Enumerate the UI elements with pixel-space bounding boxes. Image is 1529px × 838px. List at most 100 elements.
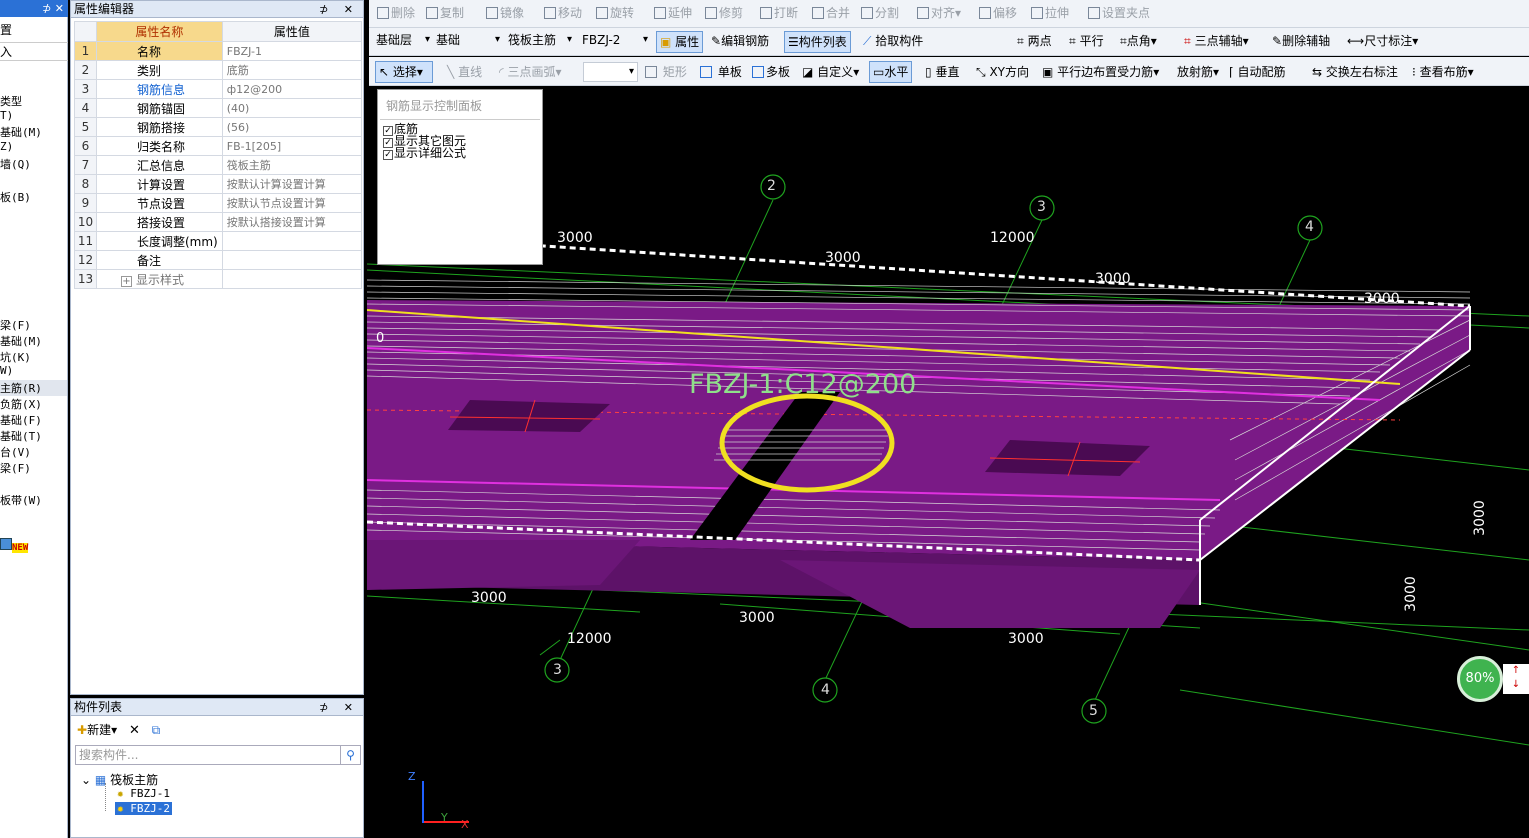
left-item[interactable]: 梁(F) — [0, 460, 31, 476]
rotate-button[interactable]: 旋转 — [596, 0, 634, 26]
offset-button[interactable]: 偏移 — [979, 0, 1017, 26]
dimension-button[interactable]: ⟷尺寸标注▾ — [1347, 28, 1418, 54]
left-item[interactable]: W) — [0, 364, 13, 377]
custom-button[interactable]: ◪ 自定义▾ — [802, 59, 859, 85]
property-row[interactable]: 1 名称 FBZJ-1 — [74, 41, 363, 61]
xy-direction-button[interactable]: ⤡ XY方向 — [976, 59, 1029, 85]
left-item[interactable]: 墙(Q) — [0, 156, 31, 172]
property-row[interactable]: 8 计算设置 按默认计算设置计算 — [74, 174, 363, 194]
swap-labels-button[interactable]: ⇆ 交换左右标注 — [1312, 59, 1398, 85]
left-item[interactable]: 类型 — [0, 93, 22, 109]
copy-button[interactable]: 复制 — [426, 0, 464, 26]
type-select[interactable]: 筏板主筋 — [505, 31, 575, 51]
column-header-value[interactable]: 属性值 — [221, 21, 363, 42]
extend-button[interactable]: 延伸 — [654, 0, 692, 26]
copy-icon[interactable]: ⧉ — [152, 723, 161, 737]
select-button[interactable]: ↖ 选择▾ — [375, 61, 433, 83]
move-button[interactable]: 移动 — [544, 0, 582, 26]
vertical-button[interactable]: ▯ 垂直 — [925, 59, 959, 85]
search-icon[interactable]: ⚲ — [341, 745, 361, 765]
single-slab-button[interactable]: 单板 — [700, 59, 742, 85]
three-point-axis-button[interactable]: ⌗ 三点辅轴▾ — [1184, 28, 1249, 54]
horizontal-button[interactable]: ▭水平 — [869, 61, 913, 83]
merge-button[interactable]: 合并 — [812, 0, 850, 26]
left-item[interactable]: 基础(T) — [0, 428, 42, 444]
property-row[interactable]: 12 备注 — [74, 250, 363, 270]
stretch-button[interactable]: 拉伸 — [1031, 0, 1069, 26]
split-button[interactable]: 分割 — [861, 0, 899, 26]
left-item[interactable]: 板带(W) — [0, 492, 42, 508]
left-tab-top-1[interactable]: 入 — [0, 42, 68, 61]
pin-close-icons[interactable]: ⊅ ✕ — [319, 1, 359, 18]
left-item[interactable]: 台(V) — [0, 444, 31, 460]
search-input[interactable]: 搜索构件... — [75, 745, 341, 765]
left-item[interactable]: T) — [0, 109, 13, 122]
property-row[interactable]: 7 汇总信息 筏板主筋 — [74, 155, 363, 175]
component-list-button[interactable]: ☰构件列表 — [784, 31, 851, 53]
pin-close-icons[interactable]: ⊅ ✕ — [319, 699, 359, 716]
pick-component-button[interactable]: ⟋ 拾取构件 — [863, 28, 923, 54]
tree-item-selected[interactable]: ✹ FBZJ-2 — [115, 802, 172, 815]
left-item[interactable]: 负筋(X) — [0, 396, 42, 412]
property-value[interactable]: (40) — [221, 98, 363, 118]
property-row[interactable]: 5 钢筋搭接 (56) — [74, 117, 363, 137]
property-value[interactable]: 按默认节点设置计算 — [221, 193, 363, 213]
point-angle-button[interactable]: ⌗点角▾ — [1120, 28, 1157, 54]
category-select[interactable]: 基础 — [433, 31, 503, 51]
property-value[interactable]: FB-1[205] — [221, 136, 363, 156]
property-value[interactable]: 按默认搭接设置计算 — [221, 212, 363, 232]
property-row[interactable]: 3 钢筋信息 ф12@200 — [74, 79, 363, 99]
left-item[interactable]: 梁(F) — [0, 317, 31, 333]
two-point-axis-button[interactable]: ⌗ 两点 — [1017, 28, 1052, 54]
tree-root[interactable]: ⌄ ▦ 筏板主筋 — [81, 771, 158, 788]
break-button[interactable]: 打断 — [760, 0, 798, 26]
left-item[interactable]: 基础(M) — [0, 333, 42, 349]
checkbox-show-formula[interactable]: ✓ 显示详细公式 — [383, 147, 466, 160]
left-item[interactable]: Z) — [0, 140, 13, 153]
property-row[interactable]: 11 长度调整(mm) — [74, 231, 363, 251]
property-row[interactable]: 2 类别 底筋 — [74, 60, 363, 80]
delete-axis-button[interactable]: ✎删除辅轴 — [1272, 28, 1330, 54]
grip-button[interactable]: 设置夹点 — [1088, 0, 1150, 26]
arc-button[interactable]: ◜ 三点画弧▾ — [499, 59, 562, 85]
shape-select[interactable] — [583, 62, 638, 82]
floor-select[interactable]: 基础层 — [373, 31, 433, 51]
left-item-selected[interactable]: 主筋(R) — [0, 380, 67, 396]
property-value[interactable] — [221, 231, 363, 251]
property-value[interactable]: 底筋 — [221, 60, 363, 80]
component-select[interactable]: FBZJ-2 — [579, 31, 651, 51]
multi-slab-button[interactable]: 多板 — [752, 59, 790, 85]
parallel-edge-button[interactable]: ▣ 平行边布置受力筋▾ — [1042, 59, 1159, 85]
property-value[interactable] — [221, 250, 363, 270]
new-item[interactable]: NEW — [0, 538, 29, 553]
properties-button[interactable]: ▣ 属性 — [656, 31, 704, 53]
column-header-name[interactable]: 属性名称 — [96, 21, 223, 42]
left-item[interactable]: 基础(M) — [0, 124, 42, 140]
zoom-indicator[interactable]: 80% — [1457, 656, 1503, 702]
property-row[interactable]: 13 + 显示样式 — [74, 269, 363, 289]
zoom-arrows-icon[interactable]: ↑ ↓ — [1503, 664, 1529, 694]
property-value[interactable]: 按默认计算设置计算 — [221, 174, 363, 194]
delete-button[interactable]: 删除 — [377, 0, 415, 26]
property-value[interactable]: 筏板主筋 — [221, 155, 363, 175]
radial-rebar-button[interactable]: 放射筋▾ — [1177, 59, 1219, 85]
line-button[interactable]: ╲ 直线 — [447, 59, 482, 85]
property-value[interactable] — [221, 269, 363, 289]
property-value[interactable]: FBZJ-1 — [221, 41, 363, 61]
new-component-button[interactable]: ✚新建▾ — [77, 723, 117, 737]
delete-icon[interactable]: ✕ — [129, 723, 140, 738]
chevron-down-icon[interactable]: ⌄ — [81, 773, 91, 787]
auto-rebar-button[interactable]: ⌈ 自动配筋 — [1229, 59, 1286, 85]
parallel-axis-button[interactable]: ⌗ 平行 — [1069, 28, 1104, 54]
property-row[interactable]: 9 节点设置 按默认节点设置计算 — [74, 193, 363, 213]
align-button[interactable]: 对齐▾ — [917, 0, 961, 26]
property-value[interactable]: ф12@200 — [221, 79, 363, 99]
tree-item[interactable]: ✹ FBZJ-1 — [117, 787, 170, 800]
property-row[interactable]: 6 归类名称 FB-1[205] — [74, 136, 363, 156]
rectangle-button[interactable]: 矩形 — [645, 59, 687, 85]
property-row[interactable]: 4 钢筋锚固 (40) — [74, 98, 363, 118]
expand-icon[interactable]: + — [121, 275, 132, 287]
property-value[interactable]: (56) — [221, 117, 363, 137]
edit-rebar-button[interactable]: ✎编辑钢筋 — [711, 28, 769, 54]
property-row[interactable]: 10 搭接设置 按默认搭接设置计算 — [74, 212, 363, 232]
